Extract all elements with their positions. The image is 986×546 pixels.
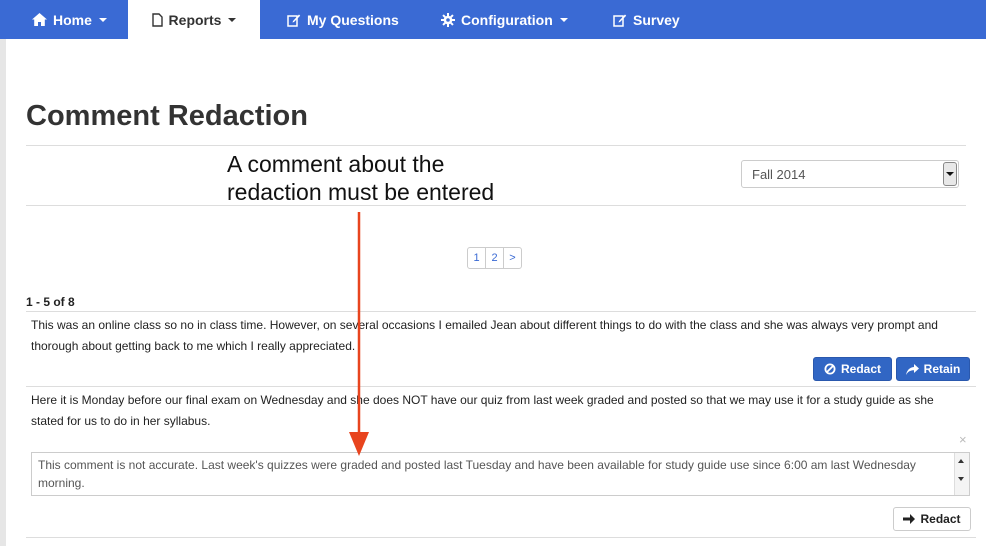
arrow-head	[349, 432, 369, 456]
annotation-arrow	[349, 212, 369, 456]
